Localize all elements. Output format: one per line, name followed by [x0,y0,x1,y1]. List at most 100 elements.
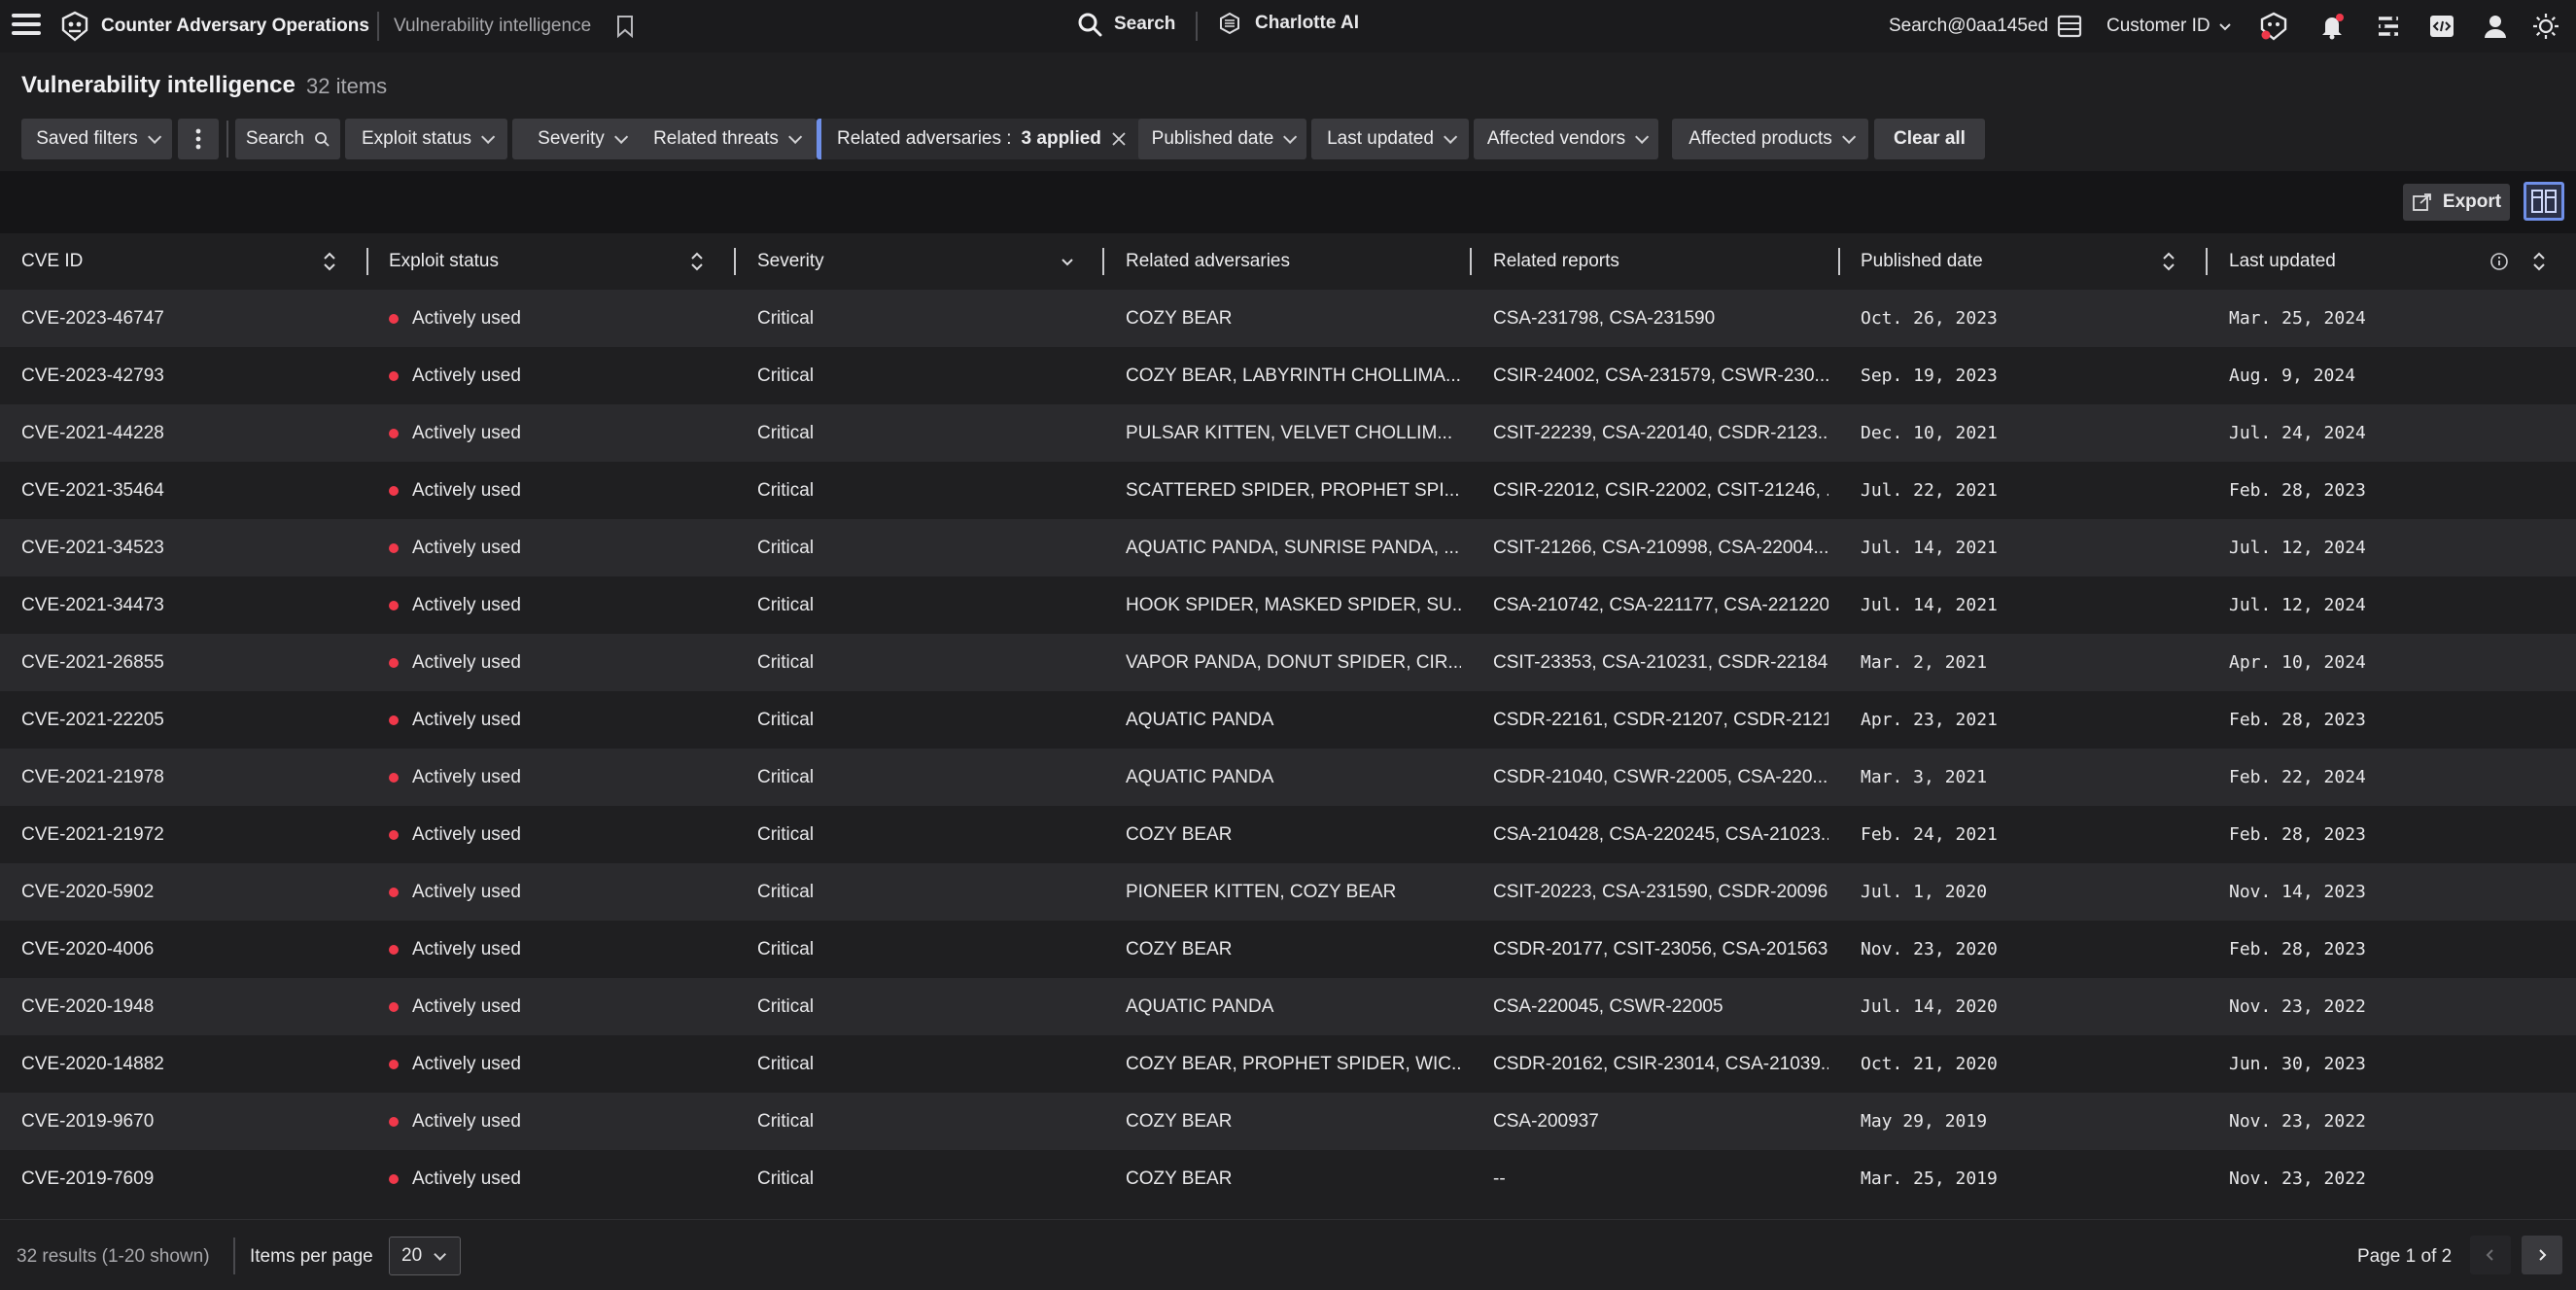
sort-descending-icon[interactable] [1059,249,1076,274]
sort-icon[interactable] [2160,249,2177,274]
table-row[interactable]: CVE-2023-42793 Actively used Critical COZY … [0,347,2576,404]
user-avatar-icon[interactable] [2479,10,2512,43]
cell-related-adversaries[interactable]: AQUATIC PANDA, SUNRISE PANDA, ... [1126,519,1461,576]
cell-related-reports[interactable]: CSA-231798, CSA-231590 [1493,290,1828,347]
affected-vendors-filter[interactable]: Affected vendors [1474,119,1658,159]
global-search-button[interactable]: Search [1077,12,1175,37]
cell-cve-id[interactable]: CVE-2021-26855 [21,634,352,691]
cell-related-reports[interactable]: CSDR-20162, CSIR-23014, CSA-21039... [1493,1035,1828,1093]
cell-related-adversaries[interactable]: HOOK SPIDER, MASKED SPIDER, SU... [1126,576,1461,634]
cell-cve-id[interactable]: CVE-2020-5902 [21,863,352,921]
cell-cve-id[interactable]: CVE-2021-22205 [21,691,352,749]
items-per-page-select[interactable]: 20 [389,1237,461,1275]
close-icon[interactable] [1111,131,1127,147]
affected-products-filter[interactable]: Affected products [1672,119,1868,159]
sort-icon[interactable] [688,249,706,274]
sort-icon[interactable] [321,249,338,274]
user-search-id[interactable]: Search@0aa145ed [1889,16,2048,37]
cell-related-reports[interactable]: CSIR-24002, CSA-231579, CSWR-230... [1493,347,1828,404]
table-row[interactable]: CVE-2021-34523 Actively used Critical AQUAT… [0,519,2576,576]
cell-cve-id[interactable]: CVE-2020-4006 [21,921,352,978]
cell-related-adversaries[interactable]: COZY BEAR [1126,806,1461,863]
severity-filter[interactable]: Severity [512,119,649,159]
app-title[interactable]: Counter Adversary Operations [101,16,369,37]
table-row[interactable]: CVE-2021-26855 Actively used Critical VAPOR… [0,634,2576,691]
cell-related-reports[interactable]: -- [1493,1150,1828,1207]
next-page-button[interactable] [2522,1236,2562,1274]
stack-icon[interactable] [2372,10,2405,43]
table-row[interactable]: CVE-2021-44228 Actively used Critical PULSA… [0,404,2576,462]
table-row[interactable]: CVE-2021-21972 Actively used Critical COZY … [0,806,2576,863]
column-header-cve-id[interactable]: CVE ID [21,233,83,290]
cell-related-adversaries[interactable]: VAPOR PANDA, DONUT SPIDER, CIR... [1126,634,1461,691]
cell-related-reports[interactable]: CSA-220045, CSWR-22005 [1493,978,1828,1035]
clear-all-button[interactable]: Clear all [1874,119,1985,159]
server-icon[interactable] [2053,10,2086,43]
cell-cve-id[interactable]: CVE-2021-21978 [21,749,352,806]
theme-sun-icon[interactable] [2529,10,2562,43]
cell-related-adversaries[interactable]: PULSAR KITTEN, VELVET CHOLLIM... [1126,404,1461,462]
column-divider[interactable] [366,248,368,275]
cell-cve-id[interactable]: CVE-2019-9670 [21,1093,352,1150]
cell-related-reports[interactable]: CSDR-21040, CSWR-22005, CSA-220... [1493,749,1828,806]
hamburger-menu-icon[interactable] [12,14,41,39]
column-header-published-date[interactable]: Published date [1861,233,1983,290]
cell-related-reports[interactable]: CSA-200937 [1493,1093,1828,1150]
column-divider[interactable] [2206,248,2208,275]
table-row[interactable]: CVE-2020-1948 Actively used Critical AQUATI… [0,978,2576,1035]
cell-cve-id[interactable]: CVE-2020-1948 [21,978,352,1035]
table-row[interactable]: CVE-2021-34473 Actively used Critical HOOK … [0,576,2576,634]
exploit-status-filter[interactable]: Exploit status [345,119,507,159]
table-row[interactable]: CVE-2019-7609 Actively used Critical COZY B… [0,1150,2576,1207]
column-header-exploit-status[interactable]: Exploit status [389,233,499,290]
table-row[interactable]: CVE-2021-22205 Actively used Critical AQUAT… [0,691,2576,749]
cell-related-reports[interactable]: CSIT-20223, CSA-231590, CSDR-20096 [1493,863,1828,921]
last-updated-filter[interactable]: Last updated [1311,119,1469,159]
column-header-related-reports[interactable]: Related reports [1493,233,1619,290]
table-row[interactable]: CVE-2021-21978 Actively used Critical AQUAT… [0,749,2576,806]
cell-cve-id[interactable]: CVE-2019-7609 [21,1150,352,1207]
breadcrumb[interactable]: Vulnerability intelligence [394,16,591,37]
cell-cve-id[interactable]: CVE-2021-34523 [21,519,352,576]
column-divider[interactable] [1102,248,1104,275]
charlotte-ai-button[interactable]: Charlotte AI [1218,12,1359,35]
cell-cve-id[interactable]: CVE-2021-21972 [21,806,352,863]
published-date-filter[interactable]: Published date [1138,119,1306,159]
column-header-related-adversaries[interactable]: Related adversaries [1126,233,1290,290]
cell-related-reports[interactable]: CSIT-21266, CSA-210998, CSA-22004... [1493,519,1828,576]
cell-cve-id[interactable]: CVE-2021-34473 [21,576,352,634]
cell-related-reports[interactable]: CSA-210742, CSA-221177, CSA-221220... [1493,576,1828,634]
cell-related-adversaries[interactable]: AQUATIC PANDA [1126,749,1461,806]
table-row[interactable]: CVE-2019-9670 Actively used Critical COZY B… [0,1093,2576,1150]
code-icon[interactable] [2425,10,2458,43]
cell-related-adversaries[interactable]: COZY BEAR, LABYRINTH CHOLLIMA... [1126,347,1461,404]
more-options-button[interactable] [178,119,219,159]
cell-related-adversaries[interactable]: COZY BEAR [1126,1093,1461,1150]
table-layout-toggle[interactable] [2524,182,2564,221]
cell-related-reports[interactable]: CSA-210428, CSA-220245, CSA-21023... [1493,806,1828,863]
table-row[interactable]: CVE-2020-14882 Actively used Critical COZY … [0,1035,2576,1093]
table-row[interactable]: CVE-2020-5902 Actively used Critical PIONEE… [0,863,2576,921]
cell-related-adversaries[interactable]: COZY BEAR, PROPHET SPIDER, WIC... [1126,1035,1461,1093]
column-divider[interactable] [1470,248,1472,275]
saved-filters-dropdown[interactable]: Saved filters [21,119,172,159]
cell-related-reports[interactable]: CSIT-22239, CSA-220140, CSDR-2123... [1493,404,1828,462]
bookmark-icon[interactable] [615,15,635,38]
cell-cve-id[interactable]: CVE-2023-42793 [21,347,352,404]
cell-cve-id[interactable]: CVE-2020-14882 [21,1035,352,1093]
sort-icon[interactable] [2530,249,2548,274]
cell-related-reports[interactable]: CSDR-22161, CSDR-21207, CSDR-2121... [1493,691,1828,749]
cell-related-adversaries[interactable]: AQUATIC PANDA [1126,691,1461,749]
cell-related-reports[interactable]: CSDR-20177, CSIT-23056, CSA-201563 [1493,921,1828,978]
cell-related-adversaries[interactable]: SCATTERED SPIDER, PROPHET SPI... [1126,462,1461,519]
cell-related-reports[interactable]: CSIT-23353, CSA-210231, CSDR-22184... [1493,634,1828,691]
customer-id-dropdown[interactable]: Customer ID [2106,16,2232,37]
table-row[interactable]: CVE-2023-46747 Actively used Critical COZY … [0,290,2576,347]
info-icon[interactable] [2489,252,2509,271]
table-row[interactable]: CVE-2020-4006 Actively used Critical COZY B… [0,921,2576,978]
cell-related-adversaries[interactable]: COZY BEAR [1126,1150,1461,1207]
cell-cve-id[interactable]: CVE-2021-35464 [21,462,352,519]
export-button[interactable]: Export [2403,184,2510,221]
previous-page-button[interactable] [2470,1236,2511,1274]
column-header-severity[interactable]: Severity [757,233,824,290]
